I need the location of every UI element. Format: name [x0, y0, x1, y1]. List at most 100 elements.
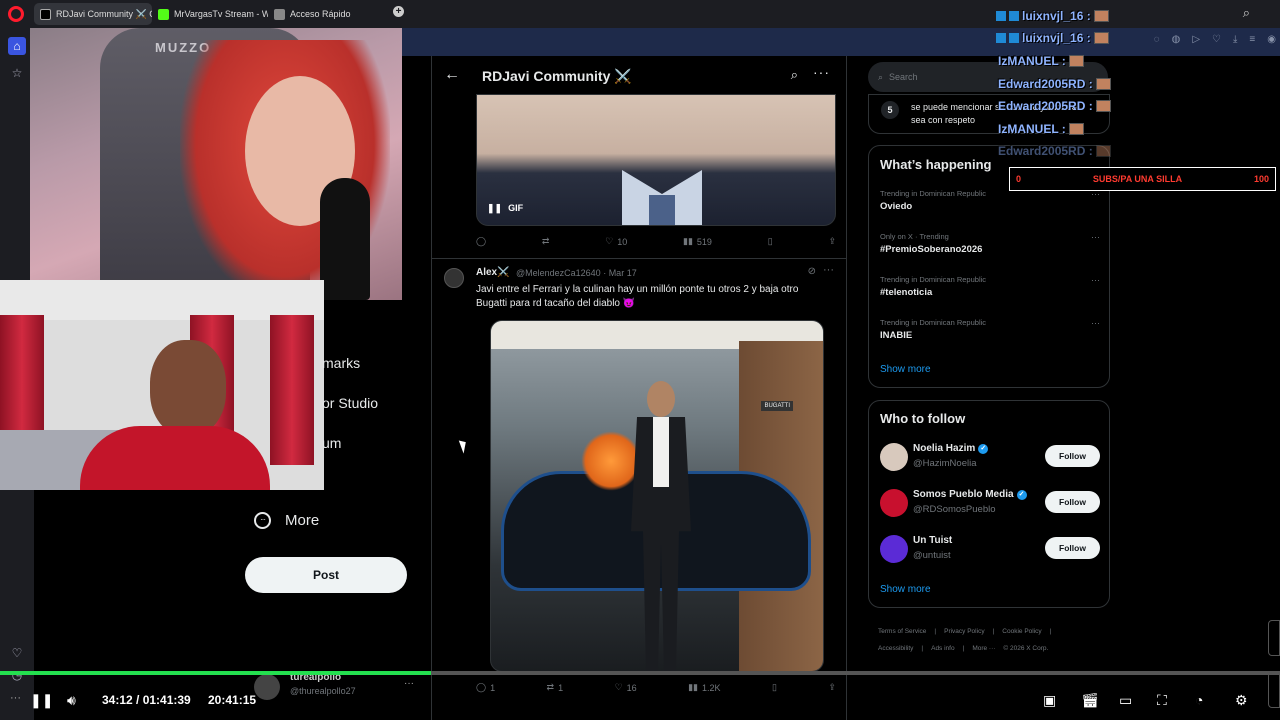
theater-mode-icon[interactable]: ▭	[1119, 692, 1132, 709]
tweet-author-name[interactable]: Alex⚔️	[476, 267, 510, 278]
guest-shirt	[80, 426, 270, 490]
play-icon[interactable]: ▷	[1192, 34, 1200, 45]
tweet-gif-media[interactable]: ❚❚ GIF	[476, 94, 836, 226]
vpn-icon[interactable]: ◍	[1172, 34, 1181, 45]
account-name: Un Tuist	[913, 535, 952, 546]
trend-item[interactable]: Trending in Dominican Republic #telenoti…	[880, 275, 1100, 298]
nav-more-label: More	[285, 512, 320, 529]
back-arrow-icon[interactable]: ←	[444, 66, 460, 84]
account-name-text: Noelia Hazim	[913, 443, 976, 454]
home-icon[interactable]: ⌂	[8, 37, 26, 55]
subs-target: 100	[1253, 174, 1269, 184]
tab-acceso-rapido[interactable]: Acceso Rápido	[268, 3, 378, 25]
footer-sep: |	[962, 645, 965, 652]
chat-message: luixnvjl_16 :	[996, 31, 1109, 45]
more-options-icon[interactable]: ···	[1091, 275, 1100, 285]
footer-link[interactable]: Cookie Policy	[1002, 628, 1041, 635]
nav-premium[interactable]: um	[322, 435, 341, 451]
settings-gear-icon[interactable]: ⚙	[1235, 692, 1248, 709]
follow-suggestion[interactable]: Somos Pueblo Media ✓ @RDSomosPueblo Follo…	[880, 487, 1100, 521]
tweet-actions: ◯ ⇄ ♡ 10 ▮▮ 519 ▯ ⇪	[476, 236, 836, 247]
follow-suggestion[interactable]: Noelia Hazim ✓ @HazimNoelia Follow	[880, 441, 1100, 475]
more-dots-icon[interactable]: ···	[10, 692, 21, 704]
address-bar: ◌ ◍ ▷ ♡ ⤓ ≡ ◉	[402, 28, 1280, 56]
emote-icon	[1095, 78, 1111, 90]
trend-item[interactable]: Trending in Dominican Republic INABIE ··…	[880, 318, 1100, 341]
tie	[649, 195, 675, 225]
more-options-icon[interactable]: ···	[1091, 232, 1100, 242]
tab-rdjavi-community[interactable]: RDJavi Community ⚔️ C	[34, 3, 152, 25]
verified-badge-icon: ✓	[978, 443, 989, 454]
menu-icon[interactable]: ≡	[1249, 34, 1255, 45]
more-options-icon[interactable]: ···	[1091, 318, 1100, 328]
footer-link[interactable]: Privacy Policy	[944, 628, 984, 635]
edge-tab[interactable]	[1268, 620, 1280, 656]
speed-icon[interactable]: ◔	[1195, 692, 1203, 708]
follow-button[interactable]: Follow	[1045, 445, 1100, 467]
follow-suggestion[interactable]: Un Tuist @untuist Follow	[880, 533, 1100, 567]
shield-icon[interactable]: ◌	[1154, 34, 1160, 45]
miniplayer-icon[interactable]: ▣	[1043, 692, 1056, 709]
nav-creator-studio[interactable]: or Studio	[322, 395, 378, 411]
footer-sep: |	[921, 645, 924, 652]
follow-button[interactable]: Follow	[1045, 537, 1100, 559]
more-options-icon[interactable]: ···	[813, 64, 830, 80]
footer-link[interactable]: Terms of Service	[878, 628, 926, 635]
browser-search-icon[interactable]: ⌕	[1243, 5, 1250, 21]
more-options-icon[interactable]: ···	[823, 264, 834, 276]
pause-icon[interactable]: ❚❚	[487, 203, 502, 214]
pause-icon[interactable]: ❚❚	[30, 692, 53, 709]
chat-user: luixnvjl_16 :	[1022, 31, 1091, 45]
retweet-icon[interactable]: ⇄	[542, 236, 550, 247]
nav-bookmarks[interactable]: marks	[322, 355, 360, 371]
follow-button[interactable]: Follow	[1045, 491, 1100, 513]
footer-link[interactable]: Ads info	[931, 645, 955, 652]
tweet-image[interactable]: BUGATTI	[490, 320, 824, 672]
avatar[interactable]	[880, 443, 908, 471]
trend-meta: Trending in Dominican Republic	[880, 318, 987, 327]
edge-tab[interactable]	[1268, 672, 1280, 708]
opera-logo-icon[interactable]	[8, 6, 24, 22]
community-title: RDJavi Community ⚔️	[482, 68, 632, 84]
views-button[interactable]: ▮▮ 519	[683, 236, 712, 247]
browser-toolbar-icons: ◌ ◍ ▷ ♡ ⤓ ≡ ◉	[1154, 34, 1276, 45]
avatar[interactable]	[880, 489, 908, 517]
grok-icon[interactable]: ⊘	[808, 266, 816, 277]
star-icon[interactable]: ☆	[10, 66, 24, 80]
subs-goal-label: SUBS/PA UNA SILLA	[1092, 174, 1183, 184]
clip-icon[interactable]: 🎬︎	[1081, 692, 1099, 709]
emote-icon	[1093, 32, 1109, 44]
footer-links: Terms of Service | Privacy Policy | Cookie P…	[878, 623, 1098, 657]
post-button[interactable]: Post	[245, 557, 407, 593]
white-shirt	[653, 417, 669, 487]
trend-item[interactable]: Only on X · Trending #PremioSoberano2026…	[880, 232, 1100, 255]
heart-icon[interactable]: ♡	[10, 646, 24, 660]
footer-link[interactable]: Accessibility	[878, 645, 913, 652]
heart-icon[interactable]: ♡	[1212, 34, 1221, 45]
video-progress-bar[interactable]	[0, 671, 1280, 675]
trend-item[interactable]: Trending in Dominican Republic Oviedo ··…	[880, 189, 1100, 212]
like-button[interactable]: ♡ 10	[605, 236, 627, 247]
emote-icon	[1068, 55, 1084, 67]
share-icon[interactable]: ⇪	[828, 236, 836, 247]
avatar[interactable]	[880, 535, 908, 563]
bookmark-icon[interactable]: ▯	[768, 236, 773, 247]
nav-more[interactable]: ··· More	[254, 512, 319, 529]
chat-message: Edward2005RD :	[998, 77, 1111, 91]
new-tab-button[interactable]: +	[393, 6, 404, 17]
profile-icon[interactable]: ◉	[1267, 34, 1276, 45]
sub-badge-icon	[1009, 11, 1019, 21]
reply-icon[interactable]: ◯	[476, 236, 486, 247]
curtain	[270, 315, 314, 465]
fullscreen-icon[interactable]: ⛶	[1157, 692, 1167, 709]
chat-message: IzMANUEL :	[998, 54, 1084, 68]
subs-goal-bar: 0 SUBS/PA UNA SILLA 100	[1009, 167, 1276, 191]
show-more-link[interactable]: Show more	[880, 364, 931, 375]
download-icon[interactable]: ⤓	[1233, 34, 1237, 45]
volume-icon[interactable]: 🔊︎	[67, 692, 76, 709]
search-icon[interactable]: ⌕	[791, 67, 798, 83]
show-more-link[interactable]: Show more	[880, 584, 931, 595]
footer-link[interactable]: More ···	[972, 645, 995, 652]
tab-mrvargastv-stream[interactable]: MrVargasTv Stream - Watc	[152, 3, 268, 25]
avatar[interactable]	[444, 268, 464, 288]
